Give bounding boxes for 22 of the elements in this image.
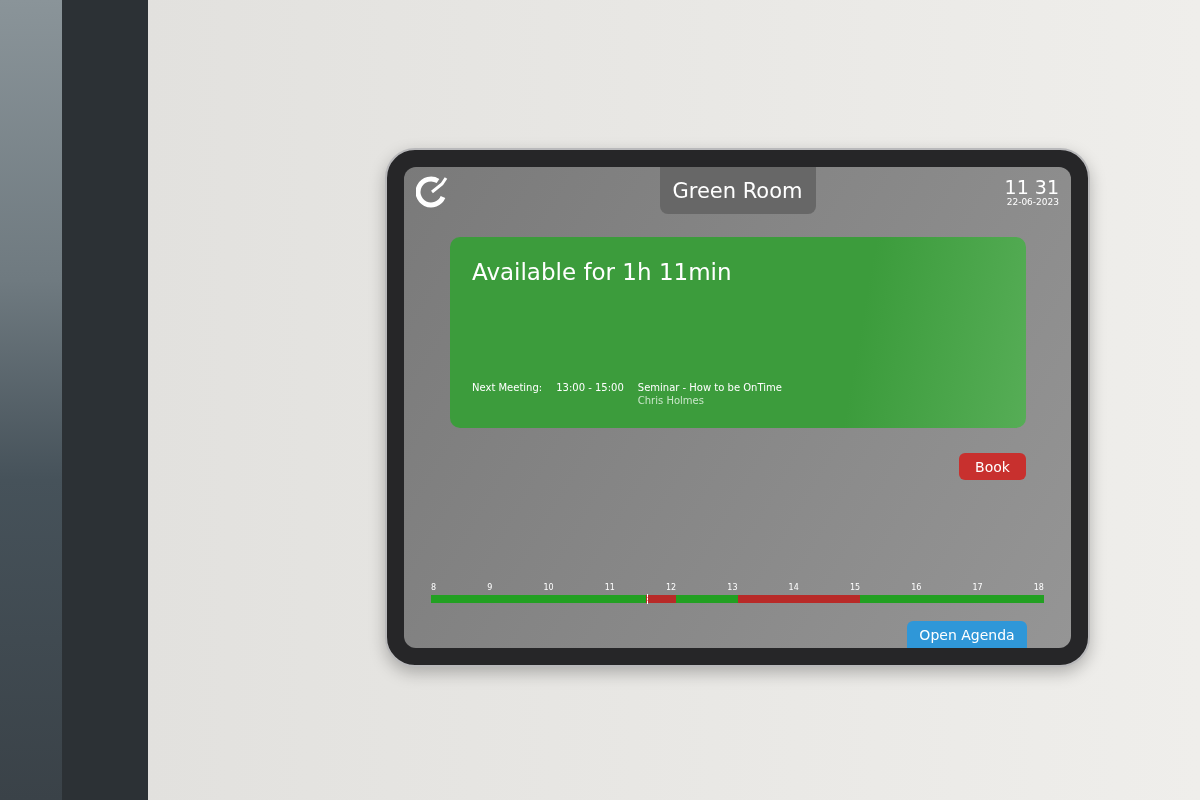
hour-label: 14 — [788, 583, 799, 593]
hour-label: 9 — [487, 583, 493, 593]
open-agenda-button[interactable]: Open Agenda — [907, 621, 1027, 648]
status-headline: Available for 1h 11min — [472, 259, 733, 286]
meeting-title: Seminar - How to be OnTime — [637, 382, 782, 393]
hour-label: 12 — [666, 583, 677, 593]
meeting-time: 13:00 - 15:00 — [556, 382, 624, 393]
meeting-organizer: Chris Holmes — [637, 395, 705, 406]
book-button[interactable]: Book — [959, 453, 1026, 480]
hour-label: 18 — [1033, 583, 1044, 593]
next-meeting-label: Next Meeting: — [472, 382, 543, 393]
hour-label: 15 — [849, 583, 861, 593]
clock-date: 22-06-2023 — [1006, 197, 1059, 207]
clock-time: 11 31 — [1004, 177, 1059, 197]
room-title: Green Room — [659, 167, 816, 214]
hour-label: 10 — [543, 583, 554, 593]
hour-label: 13 — [727, 583, 738, 593]
hour-label: 17 — [972, 583, 983, 593]
hour-label: 16 — [911, 583, 922, 593]
clock-logo-icon — [416, 175, 448, 209]
hour-label: 8 — [431, 583, 437, 593]
hour-label: 11 — [604, 583, 615, 593]
